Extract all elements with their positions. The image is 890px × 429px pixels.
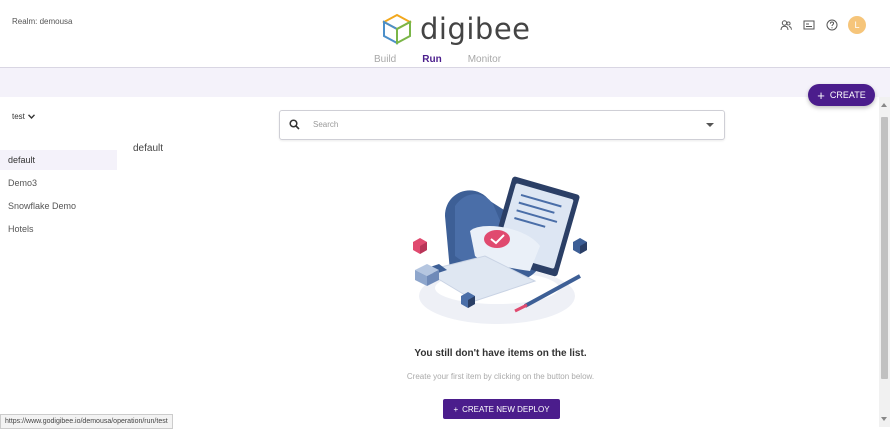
scrollbar[interactable] [879, 97, 890, 427]
sidebar-item-default[interactable]: default [0, 150, 117, 170]
dropdown-caret-icon[interactable] [706, 123, 714, 127]
sidebar: default Demo3 Snowflake Demo Hotels [0, 150, 117, 242]
logo[interactable]: digibee [382, 12, 531, 46]
create-button-label: CREATE [829, 90, 866, 100]
plus-icon: + [817, 87, 825, 103]
sidebar-item-demo3[interactable]: Demo3 [0, 173, 117, 193]
environment-value: test [12, 112, 25, 121]
search-icon [289, 119, 300, 130]
logo-text: digibee [420, 12, 531, 46]
search-input[interactable]: Search [279, 110, 725, 140]
create-button[interactable]: + CREATE [808, 84, 875, 106]
cube-pink [413, 238, 427, 254]
digibee-logo-icon [382, 13, 412, 45]
section-title: default [133, 143, 164, 154]
avatar[interactable]: L [848, 16, 866, 34]
main-nav: Build Run Monitor [374, 54, 501, 65]
toolbar-band [0, 68, 890, 97]
plus-icon: + [453, 404, 459, 414]
deploy-button-label: CREATE NEW DEPLOY [462, 404, 550, 414]
search-placeholder: Search [313, 120, 339, 129]
tab-run[interactable]: Run [422, 54, 441, 65]
empty-state-title: You still don't have items on the list. [414, 348, 587, 359]
tab-monitor[interactable]: Monitor [468, 54, 501, 65]
header-icons: L [779, 16, 866, 34]
realm-label: Realm: demousa [12, 17, 73, 26]
empty-state-illustration [413, 176, 587, 324]
tab-build[interactable]: Build [374, 54, 396, 65]
scroll-down-icon[interactable] [881, 417, 887, 421]
app-header: Realm: demousa digibee Build Run Monitor… [0, 0, 890, 68]
scroll-thumb[interactable] [881, 117, 888, 379]
empty-state-subtitle: Create your first item by clicking on th… [406, 372, 595, 381]
sidebar-item-hotels[interactable]: Hotels [0, 219, 117, 239]
scroll-up-icon[interactable] [881, 103, 887, 107]
create-new-deploy-button[interactable]: + CREATE NEW DEPLOY [443, 399, 560, 419]
environment-select[interactable]: test [12, 112, 35, 121]
badge-icon[interactable] [802, 18, 816, 32]
sidebar-item-snowflake-demo[interactable]: Snowflake Demo [0, 196, 117, 216]
chevron-down-icon [27, 114, 35, 119]
help-icon[interactable] [825, 18, 839, 32]
users-icon[interactable] [779, 18, 793, 32]
